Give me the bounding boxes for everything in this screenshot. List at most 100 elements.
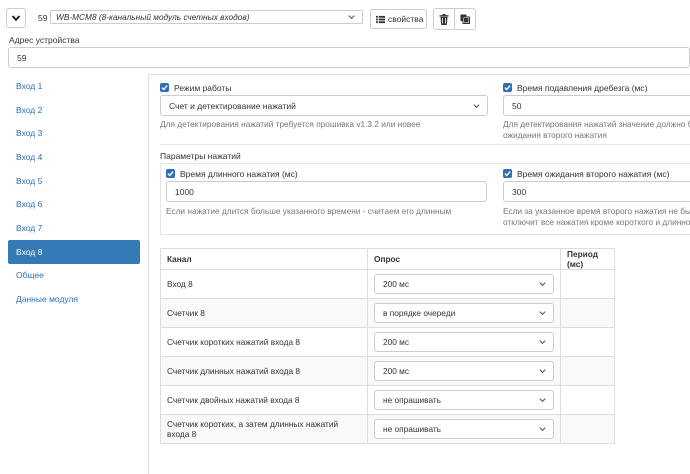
long-press-checkbox[interactable] bbox=[166, 169, 175, 178]
poll-select[interactable]: 200 мс bbox=[374, 361, 554, 381]
delete-button[interactable] bbox=[433, 8, 455, 30]
mode-checkbox[interactable] bbox=[160, 83, 169, 92]
period-cell bbox=[560, 327, 615, 357]
period-cell bbox=[560, 385, 615, 415]
period-cell bbox=[560, 298, 615, 328]
sidebar-item-input-8[interactable]: Вход 8 bbox=[8, 240, 140, 264]
second-press-value: 300 bbox=[512, 186, 527, 197]
channels-table: Канал Опрос Период (мс) Вход 8 200 мс Сч… bbox=[160, 248, 615, 444]
sidebar-item-label: Вход 7 bbox=[16, 223, 43, 233]
debounce-help-line-1: Для детектирования нажатий значение долж… bbox=[503, 119, 690, 129]
second-press-help-line-1: Если за указанное время второго нажатия … bbox=[503, 206, 690, 216]
mode-select-value: Счет и детектирование нажатий bbox=[169, 100, 296, 111]
chevron-down-icon bbox=[539, 369, 546, 374]
chevron-down-icon bbox=[539, 311, 546, 316]
channel-name: Счетчик 8 bbox=[160, 298, 368, 328]
long-press-input[interactable]: 1000 bbox=[166, 181, 487, 202]
sidebar-item-label: Вход 2 bbox=[16, 105, 43, 115]
channel-name: Счетчик коротких, а затем длинных нажати… bbox=[160, 414, 368, 444]
poll-cell: 200 мс bbox=[367, 269, 561, 299]
debounce-input[interactable]: 50 bbox=[503, 95, 690, 116]
address-input[interactable]: 59 bbox=[8, 47, 690, 68]
channel-name: Вход 8 bbox=[160, 269, 368, 299]
period-cell bbox=[560, 356, 615, 386]
press-params-label: Параметры нажатий bbox=[160, 151, 241, 161]
second-press-label: Время ожидания второго нажатия (мс) bbox=[517, 169, 670, 179]
table-row: Счетчик длинных нажатий входа 8 200 мс bbox=[160, 356, 615, 386]
poll-cell: в порядке очереди bbox=[367, 298, 561, 328]
second-press-help-line-2: отключит все нажатия кроме короткого и д… bbox=[503, 217, 690, 227]
poll-select-value: 200 мс bbox=[383, 366, 410, 376]
address-value: 59 bbox=[17, 52, 27, 63]
check-icon bbox=[161, 85, 168, 91]
sidebar-item-input-3[interactable]: Вход 3 bbox=[8, 121, 140, 145]
device-select[interactable]: WB-MCM8 (8-канальный модуль счетных вход… bbox=[50, 10, 363, 24]
sidebar-item-label: Вход 4 bbox=[16, 152, 43, 162]
device-index: 59 bbox=[38, 13, 48, 23]
check-icon bbox=[167, 171, 174, 177]
chevron-down-icon bbox=[539, 282, 546, 287]
long-press-label: Время длинного нажатия (мс) bbox=[180, 169, 298, 179]
long-press-help: Если нажатие длится больше указанного вр… bbox=[166, 206, 452, 216]
chevron-down-icon bbox=[11, 15, 21, 22]
poll-select[interactable]: 200 мс bbox=[374, 332, 554, 352]
second-press-input[interactable]: 300 bbox=[503, 181, 690, 202]
sidebar-item-input-2[interactable]: Вход 2 bbox=[8, 98, 140, 122]
poll-cell: 200 мс bbox=[367, 327, 561, 357]
sidebar-item-label: Данные модуля bbox=[16, 294, 79, 304]
debounce-value: 50 bbox=[512, 100, 522, 111]
sidebar-item-label: Вход 3 bbox=[16, 128, 43, 138]
properties-button[interactable]: свойства bbox=[370, 9, 427, 29]
poll-cell: не опрашивать bbox=[367, 414, 561, 444]
debounce-checkbox[interactable] bbox=[503, 83, 512, 92]
poll-select[interactable]: не опрашивать bbox=[374, 419, 554, 439]
sidebar-item-label: Общее bbox=[16, 270, 44, 280]
collapse-button[interactable] bbox=[6, 8, 26, 28]
sidebar-item-label: Вход 5 bbox=[16, 176, 43, 186]
poll-select-value: не опрашивать bbox=[383, 395, 441, 405]
table-row: Счетчик коротких, а затем длинных нажати… bbox=[160, 414, 615, 444]
sidebar-item-module-data[interactable]: Данные модуля bbox=[8, 287, 140, 311]
sidebar: Вход 1 Вход 2 Вход 3 Вход 4 Вход 5 Вход … bbox=[0, 74, 148, 314]
sidebar-item-general[interactable]: Общее bbox=[8, 263, 140, 287]
column-header-channel: Канал bbox=[160, 248, 368, 270]
channel-name: Счетчик коротких нажатий входа 8 bbox=[160, 327, 368, 357]
sidebar-item-label: Вход 8 bbox=[16, 247, 43, 257]
copy-button[interactable] bbox=[454, 8, 476, 30]
press-params-fieldset bbox=[160, 144, 690, 145]
chevron-down-icon bbox=[473, 103, 480, 108]
trash-icon bbox=[439, 13, 449, 25]
sidebar-item-input-5[interactable]: Вход 5 bbox=[8, 169, 140, 193]
sidebar-item-input-1[interactable]: Вход 1 bbox=[8, 74, 140, 98]
copy-icon bbox=[460, 14, 470, 24]
list-icon bbox=[376, 15, 385, 23]
channel-name: Счетчик длинных нажатий входа 8 bbox=[160, 356, 368, 386]
poll-select[interactable]: в порядке очереди bbox=[374, 303, 554, 323]
second-press-checkbox[interactable] bbox=[503, 169, 512, 178]
sidebar-item-input-7[interactable]: Вход 7 bbox=[8, 216, 140, 240]
poll-select[interactable]: не опрашивать bbox=[374, 390, 554, 410]
address-label: Адрес устройства bbox=[9, 35, 80, 45]
table-row: Счетчик двойных нажатий входа 8 не опраш… bbox=[160, 385, 615, 415]
table-row: Вход 8 200 мс bbox=[160, 269, 615, 299]
debounce-help-line-2: ожидания второго нажатия bbox=[503, 130, 607, 140]
chevron-down-icon bbox=[539, 427, 546, 432]
table-header-row: Канал Опрос Период (мс) bbox=[160, 248, 615, 270]
table-row: Счетчик 8 в порядке очереди bbox=[160, 298, 615, 328]
mode-help: Для детектирования нажатий требуется про… bbox=[160, 119, 421, 129]
poll-select[interactable]: 200 мс bbox=[374, 274, 554, 294]
period-cell bbox=[560, 414, 615, 444]
chevron-down-icon bbox=[539, 398, 546, 403]
sidebar-item-input-4[interactable]: Вход 4 bbox=[8, 145, 140, 169]
chevron-down-icon bbox=[348, 15, 355, 20]
sidebar-item-input-6[interactable]: Вход 6 bbox=[8, 192, 140, 216]
channel-name: Счетчик двойных нажатий входа 8 bbox=[160, 385, 368, 415]
poll-select-value: не опрашивать bbox=[383, 424, 441, 434]
mode-label: Режим работы bbox=[174, 83, 232, 93]
check-icon bbox=[504, 171, 511, 177]
poll-cell: не опрашивать bbox=[367, 385, 561, 415]
check-icon bbox=[504, 85, 511, 91]
poll-cell: 200 мс bbox=[367, 356, 561, 386]
mode-select[interactable]: Счет и детектирование нажатий bbox=[160, 95, 488, 116]
table-row: Счетчик коротких нажатий входа 8 200 мс bbox=[160, 327, 615, 357]
